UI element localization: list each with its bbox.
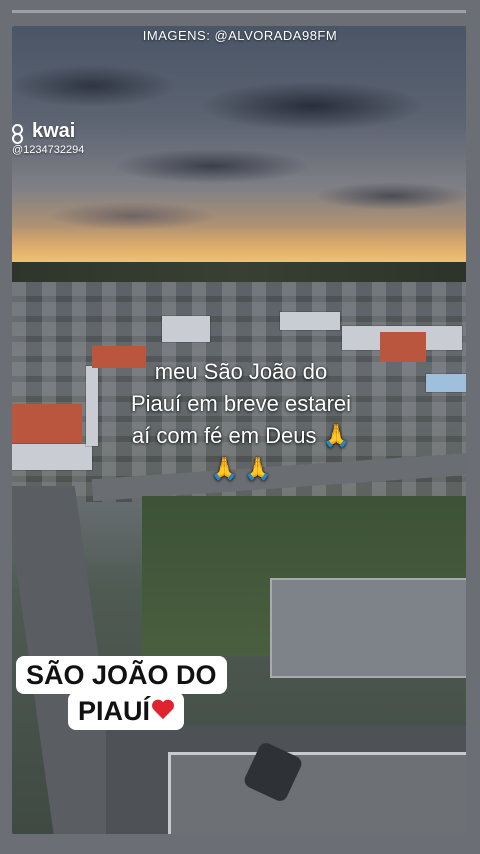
praying-hands-icon: 🙏 [210, 457, 238, 482]
kwai-handle: @1234732294 [12, 144, 85, 156]
caption-line-1: meu São João do [154, 359, 328, 384]
praying-hands-icon: 🙏 [322, 424, 351, 449]
sticker-line-2: PIAUÍ [68, 692, 185, 730]
red-heart-icon [152, 700, 174, 722]
caption-line-3: aí com fé em Deus [131, 423, 317, 448]
praying-hands-icon: 🙏 [244, 457, 272, 482]
sticker-line-2-text: PIAUÍ [78, 696, 151, 726]
story-caption: meu São João do Piauí em breve estarei a… [96, 356, 386, 486]
location-sticker: SÃO JOÃO DO PIAUÍ [16, 656, 227, 730]
kwai-logo: kwai [12, 120, 76, 144]
building-roof [380, 332, 426, 362]
church [12, 444, 92, 470]
sports-court [270, 578, 466, 678]
kwai-logo-icon [12, 123, 28, 144]
church-roof [12, 404, 82, 444]
kwai-brand: kwai [32, 120, 76, 142]
image-credit: IMAGENS: @ALVORADA98FM [142, 28, 338, 43]
sticker-line-1: SÃO JOÃO DO [16, 656, 227, 694]
building [280, 312, 340, 330]
building [162, 316, 210, 342]
pavement-area [168, 752, 466, 834]
caption-line-2: Piauí em breve estarei [130, 391, 352, 416]
sky-clouds [12, 26, 466, 241]
building [426, 374, 466, 392]
story-progress-bar [12, 10, 466, 13]
horizon [12, 262, 466, 282]
